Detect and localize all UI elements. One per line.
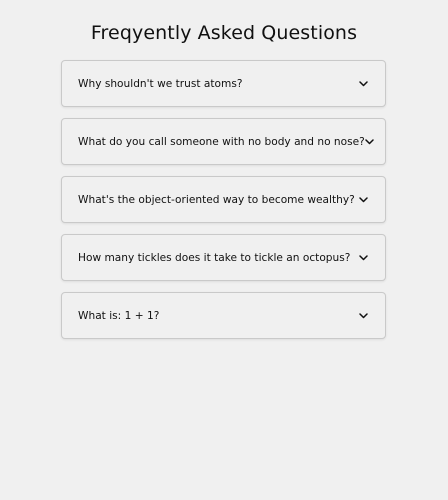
page-title: Freqyently Asked Questions (90, 22, 358, 44)
faq-question: How many tickles does it take to tickle … (78, 251, 351, 264)
chevron-down-icon[interactable] (357, 252, 369, 264)
chevron-down-icon[interactable] (357, 310, 369, 322)
chevron-down-icon[interactable] (357, 78, 369, 90)
faq-question: Why shouldn't we trust atoms? (78, 77, 243, 90)
faq-question: What do you call someone with no body an… (78, 135, 365, 148)
faq-item-octopus[interactable]: How many tickles does it take to tickle … (61, 234, 386, 281)
faq-item-atoms[interactable]: Why shouldn't we trust atoms? (61, 60, 386, 107)
faq-item-one-plus-one[interactable]: What is: 1 + 1? (61, 292, 386, 339)
faq-item-no-body[interactable]: What do you call someone with no body an… (61, 118, 386, 165)
chevron-down-icon[interactable] (365, 136, 374, 148)
chevron-down-icon[interactable] (357, 194, 369, 206)
faq-item-wealthy[interactable]: What's the object-oriented way to become… (61, 176, 386, 223)
faq-list: Why shouldn't we trust atoms? What do yo… (61, 60, 386, 350)
faq-question: What is: 1 + 1? (78, 309, 160, 322)
faq-question: What's the object-oriented way to become… (78, 193, 355, 206)
